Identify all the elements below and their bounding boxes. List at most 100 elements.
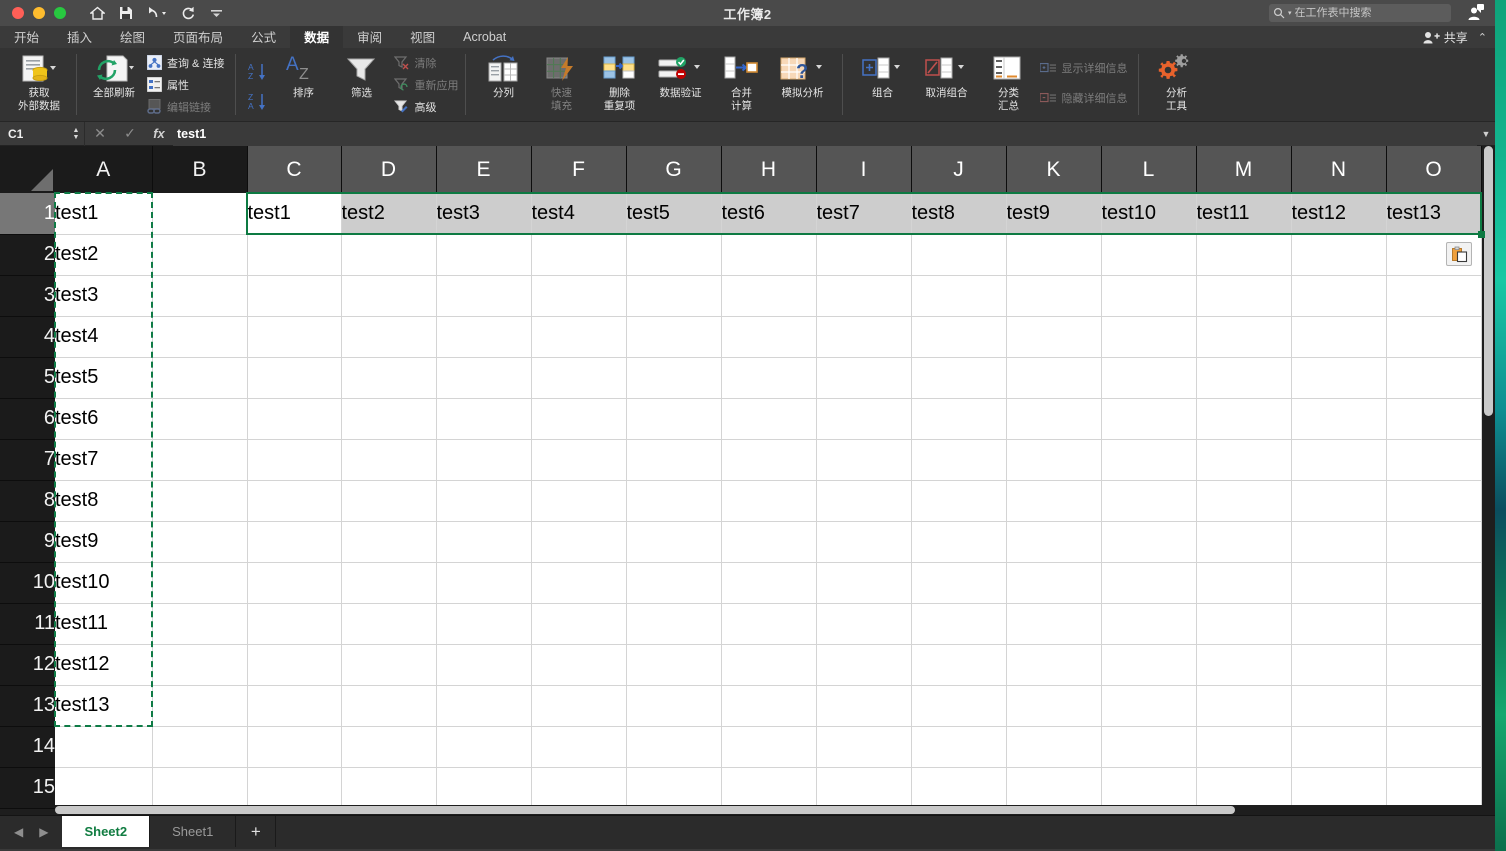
cell-A8[interactable]: test8 xyxy=(55,480,153,522)
cell-L6[interactable] xyxy=(1101,398,1197,440)
cell-B2[interactable] xyxy=(152,234,248,276)
cell-F2[interactable] xyxy=(531,234,627,276)
consolidate-button[interactable]: 合并 计算 xyxy=(712,48,770,121)
column-header-E[interactable]: E xyxy=(436,146,532,193)
cell-I15[interactable] xyxy=(816,767,912,809)
cell-F3[interactable] xyxy=(531,275,627,317)
cell-O9[interactable] xyxy=(1386,521,1482,563)
account-icon[interactable] xyxy=(1467,3,1485,21)
cell-K7[interactable] xyxy=(1006,439,1102,481)
cell-G7[interactable] xyxy=(626,439,722,481)
what-if-analysis-button[interactable]: ? 模拟分析 xyxy=(770,48,834,121)
cell-M1[interactable]: test11 xyxy=(1196,193,1292,235)
cell-M7[interactable] xyxy=(1196,439,1292,481)
column-header-M[interactable]: M xyxy=(1196,146,1292,193)
cell-J5[interactable] xyxy=(911,357,1007,399)
cell-H15[interactable] xyxy=(721,767,817,809)
cell-N11[interactable] xyxy=(1291,603,1387,645)
cell-I3[interactable] xyxy=(816,275,912,317)
cell-M14[interactable] xyxy=(1196,726,1292,768)
vertical-scrollbar[interactable] xyxy=(1482,146,1495,815)
share-button[interactable]: 共享 xyxy=(1423,29,1468,46)
filter-button[interactable]: 筛选 xyxy=(332,48,390,121)
cell-L2[interactable] xyxy=(1101,234,1197,276)
cell-C11[interactable] xyxy=(247,603,342,645)
cell-J11[interactable] xyxy=(911,603,1007,645)
tab-page-layout[interactable]: 页面布局 xyxy=(159,26,237,48)
column-header-H[interactable]: H xyxy=(721,146,817,193)
cell-F6[interactable] xyxy=(531,398,627,440)
cell-J12[interactable] xyxy=(911,644,1007,686)
cell-B10[interactable] xyxy=(152,562,248,604)
cancel-formula-icon[interactable]: ✕ xyxy=(85,125,115,142)
cell-F8[interactable] xyxy=(531,480,627,522)
cell-I11[interactable] xyxy=(816,603,912,645)
cell-D12[interactable] xyxy=(341,644,437,686)
cell-L12[interactable] xyxy=(1101,644,1197,686)
cell-F9[interactable] xyxy=(531,521,627,563)
column-header-N[interactable]: N xyxy=(1291,146,1387,193)
cell-L15[interactable] xyxy=(1101,767,1197,809)
cell-O10[interactable] xyxy=(1386,562,1482,604)
column-header-C[interactable]: C xyxy=(247,146,342,193)
cell-G5[interactable] xyxy=(626,357,722,399)
cell-L3[interactable] xyxy=(1101,275,1197,317)
cell-J1[interactable]: test8 xyxy=(911,193,1007,235)
sort-ascending-button[interactable]: AZ xyxy=(244,61,274,83)
column-header-K[interactable]: K xyxy=(1006,146,1102,193)
cell-I4[interactable] xyxy=(816,316,912,358)
cell-I12[interactable] xyxy=(816,644,912,686)
cell-D10[interactable] xyxy=(341,562,437,604)
column-header-O[interactable]: O xyxy=(1386,146,1482,193)
cell-J6[interactable] xyxy=(911,398,1007,440)
ungroup-button[interactable]: 取消组合 xyxy=(913,48,979,121)
cell-B12[interactable] xyxy=(152,644,248,686)
column-header-L[interactable]: L xyxy=(1101,146,1197,193)
column-header-D[interactable]: D xyxy=(341,146,437,193)
tab-formulas[interactable]: 公式 xyxy=(237,26,290,48)
cell-N4[interactable] xyxy=(1291,316,1387,358)
cell-B5[interactable] xyxy=(152,357,248,399)
cell-N8[interactable] xyxy=(1291,480,1387,522)
vertical-scrollbar-thumb[interactable] xyxy=(1484,146,1493,416)
cell-M9[interactable] xyxy=(1196,521,1292,563)
column-header-F[interactable]: F xyxy=(531,146,627,193)
cell-E4[interactable] xyxy=(436,316,532,358)
cell-G2[interactable] xyxy=(626,234,722,276)
tab-acrobat[interactable]: Acrobat xyxy=(449,26,520,48)
cell-A5[interactable]: test5 xyxy=(55,357,153,399)
cell-I14[interactable] xyxy=(816,726,912,768)
cell-J15[interactable] xyxy=(911,767,1007,809)
cell-D15[interactable] xyxy=(341,767,437,809)
cell-J13[interactable] xyxy=(911,685,1007,727)
cell-L10[interactable] xyxy=(1101,562,1197,604)
cell-D13[interactable] xyxy=(341,685,437,727)
cell-K15[interactable] xyxy=(1006,767,1102,809)
cell-L7[interactable] xyxy=(1101,439,1197,481)
cell-C15[interactable] xyxy=(247,767,342,809)
cell-D9[interactable] xyxy=(341,521,437,563)
subtotal-button[interactable]: 分类 汇总 xyxy=(979,48,1037,121)
cell-E7[interactable] xyxy=(436,439,532,481)
cell-E12[interactable] xyxy=(436,644,532,686)
cell-C2[interactable] xyxy=(247,234,342,276)
sheet-tab-sheet1[interactable]: Sheet1 xyxy=(150,816,237,847)
cell-O12[interactable] xyxy=(1386,644,1482,686)
cell-C5[interactable] xyxy=(247,357,342,399)
cell-A3[interactable]: test3 xyxy=(55,275,153,317)
cell-H14[interactable] xyxy=(721,726,817,768)
paste-options-button[interactable] xyxy=(1446,242,1472,266)
cell-C14[interactable] xyxy=(247,726,342,768)
cell-E9[interactable] xyxy=(436,521,532,563)
cell-K11[interactable] xyxy=(1006,603,1102,645)
cell-A2[interactable]: test2 xyxy=(55,234,153,276)
cell-N13[interactable] xyxy=(1291,685,1387,727)
row-header-10[interactable]: 10 xyxy=(0,562,55,604)
cell-M2[interactable] xyxy=(1196,234,1292,276)
cell-E15[interactable] xyxy=(436,767,532,809)
cell-J8[interactable] xyxy=(911,480,1007,522)
cell-K14[interactable] xyxy=(1006,726,1102,768)
cell-D2[interactable] xyxy=(341,234,437,276)
cell-M11[interactable] xyxy=(1196,603,1292,645)
cell-O4[interactable] xyxy=(1386,316,1482,358)
